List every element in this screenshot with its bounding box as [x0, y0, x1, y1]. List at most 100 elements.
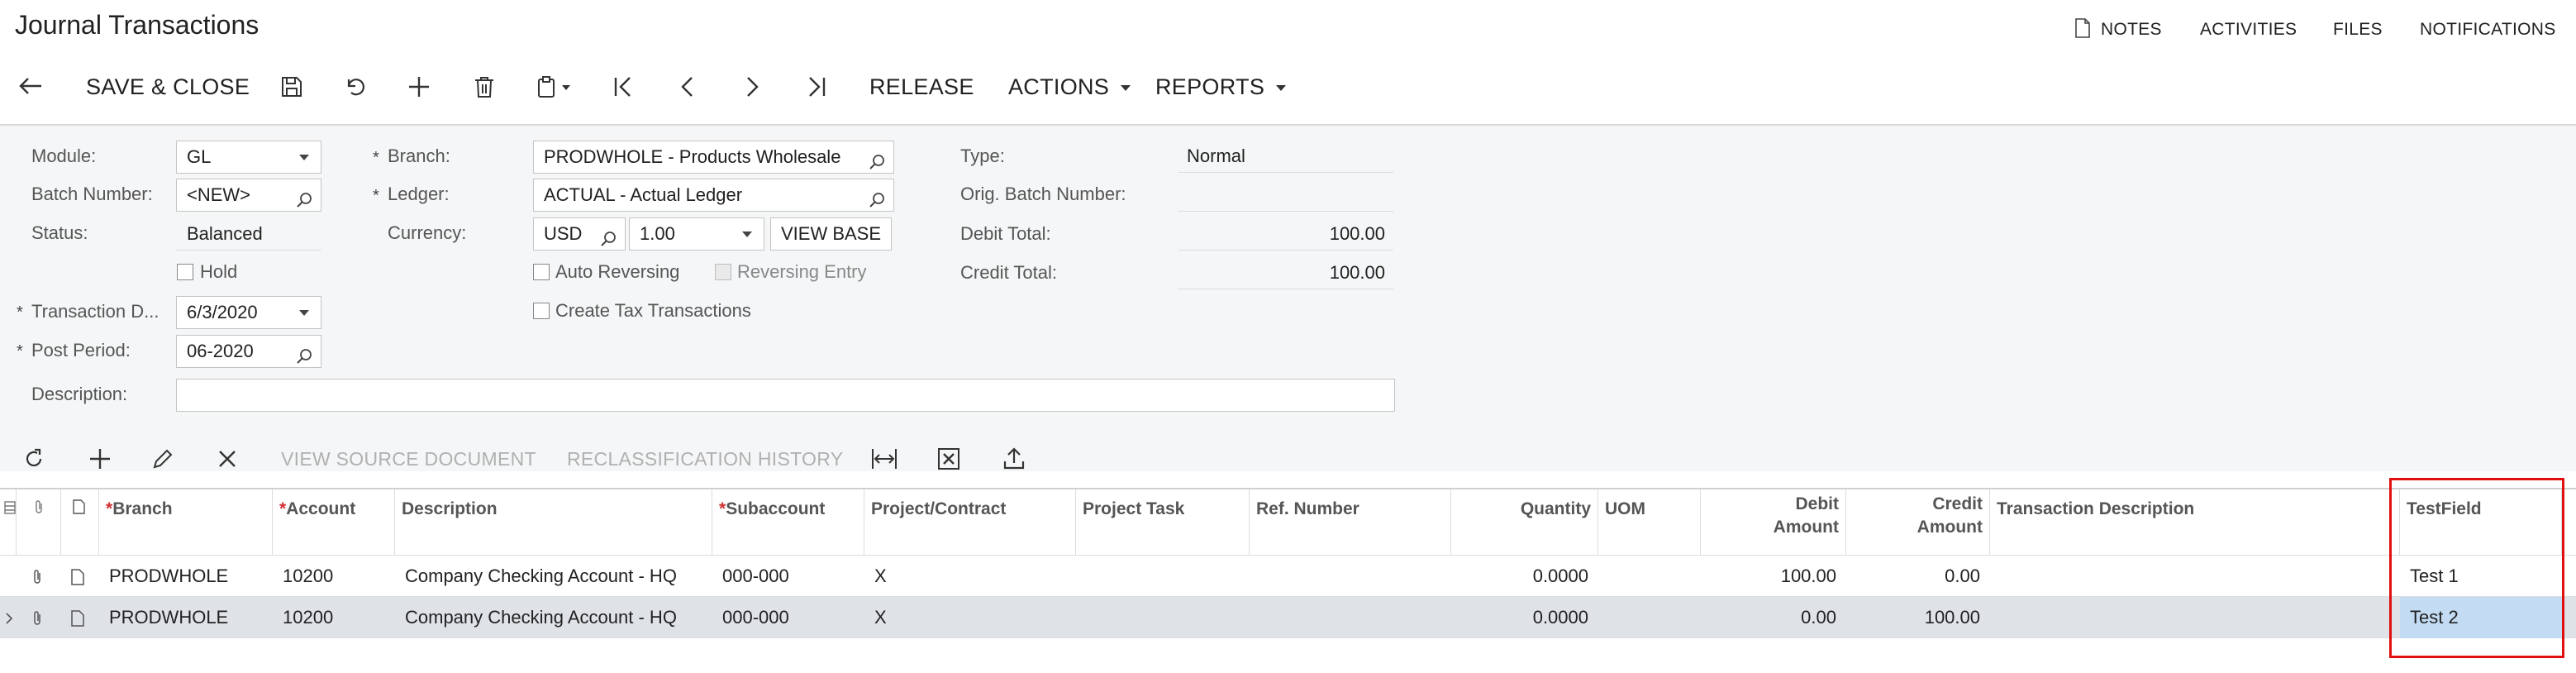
project-task-column-header[interactable]: Project Task — [1076, 489, 1250, 556]
paperclip-icon[interactable] — [31, 556, 56, 597]
uom-column-header[interactable]: UOM — [1598, 489, 1701, 556]
debit-amount-column-header[interactable]: Debit Amount — [1701, 489, 1846, 556]
quantity-column-header[interactable]: Quantity — [1451, 489, 1598, 556]
description-column-header[interactable]: Description — [395, 489, 712, 556]
project-task-cell[interactable] — [1076, 597, 1250, 638]
paperclip-icon[interactable] — [31, 597, 56, 638]
row-chevron-right-icon[interactable] — [5, 597, 21, 638]
type-label: Type: — [960, 146, 1005, 166]
credit-amount-cell[interactable]: 100.00 — [1846, 597, 1990, 638]
ledger-field[interactable]: ACTUAL - Actual Ledger — [533, 179, 894, 212]
last-record-icon[interactable] — [807, 76, 826, 98]
auto-reversing-checkbox[interactable] — [533, 264, 550, 280]
excel-export-icon[interactable] — [937, 448, 960, 470]
debit-total-value: 100.00 — [1329, 223, 1385, 244]
view-source-document-button: VIEW SOURCE DOCUMENT — [281, 448, 536, 470]
save-icon[interactable] — [281, 76, 302, 98]
description-cell[interactable]: Company Checking Account - HQ — [395, 556, 712, 597]
document-header-form — [0, 124, 2576, 471]
debit-amount-cell[interactable]: 100.00 — [1701, 556, 1846, 597]
first-record-icon[interactable] — [613, 76, 633, 98]
project-cell[interactable]: X — [864, 597, 1076, 638]
search-icon[interactable] — [600, 226, 617, 250]
note-icon[interactable] — [71, 597, 96, 638]
debit-amount-cell[interactable]: 0.00 — [1701, 597, 1846, 638]
undo-icon[interactable] — [344, 76, 367, 98]
quantity-cell[interactable]: 0.0000 — [1451, 597, 1598, 638]
account-cell[interactable]: 10200 — [273, 556, 395, 597]
currency-rate-select[interactable]: 1.00 — [629, 217, 764, 251]
branch-column-header[interactable]: *Branch — [99, 489, 273, 556]
search-icon[interactable] — [296, 343, 312, 367]
delete-icon[interactable] — [474, 76, 494, 98]
edit-pencil-icon[interactable] — [152, 448, 174, 470]
chevron-down-icon — [299, 310, 309, 316]
post-period-field[interactable]: 06-2020 — [176, 335, 321, 368]
subaccount-cell[interactable]: 000-000 — [712, 597, 864, 638]
project-contract-column-header[interactable]: Project/Contract — [864, 489, 1076, 556]
refresh-icon[interactable] — [23, 448, 45, 470]
page-title: Journal Transactions — [15, 10, 260, 40]
back-arrow-icon[interactable] — [18, 76, 43, 96]
project-cell[interactable]: X — [864, 556, 1076, 597]
subaccount-column-header[interactable]: *Subaccount — [712, 489, 864, 556]
debit-total-underline — [1178, 250, 1393, 251]
transaction-date-field[interactable]: 6/3/2020 — [176, 296, 321, 329]
notes-column-header[interactable] — [61, 489, 99, 556]
project-task-cell[interactable] — [1076, 556, 1250, 597]
release-button[interactable]: RELEASE — [869, 74, 974, 100]
search-icon[interactable] — [869, 149, 885, 173]
view-base-button[interactable]: VIEW BASE — [770, 217, 893, 251]
branch-header-label: Branch — [112, 499, 173, 518]
delete-row-icon[interactable] — [218, 450, 236, 468]
row-selector-header[interactable] — [0, 489, 17, 556]
notifications-link[interactable]: NOTIFICATIONS — [2420, 20, 2556, 40]
quantity-cell[interactable]: 0.0000 — [1451, 556, 1598, 597]
notes-icon[interactable] — [2074, 18, 2091, 42]
batch-number-field[interactable]: <NEW> — [176, 179, 321, 212]
credit-total-label: Credit Total: — [960, 262, 1057, 283]
account-cell[interactable]: 10200 — [273, 597, 395, 638]
ref-number-cell[interactable] — [1250, 597, 1451, 638]
transaction-description-cell[interactable] — [1990, 597, 2400, 638]
description-input[interactable] — [176, 379, 1395, 412]
notes-link[interactable]: NOTES — [2101, 20, 2162, 40]
add-row-icon[interactable] — [89, 448, 111, 470]
uom-cell[interactable] — [1598, 556, 1701, 597]
branch-cell[interactable]: PRODWHOLE — [99, 556, 273, 597]
clipboard-icon[interactable] — [537, 76, 574, 98]
actions-menu[interactable]: ACTIONS — [1008, 74, 1131, 100]
reports-menu[interactable]: REPORTS — [1155, 74, 1287, 100]
search-icon[interactable] — [296, 187, 312, 211]
reports-label: REPORTS — [1155, 74, 1265, 99]
credit-amount-cell[interactable]: 0.00 — [1846, 556, 1990, 597]
subaccount-cell[interactable]: 000-000 — [712, 556, 864, 597]
ref-number-column-header[interactable]: Ref. Number — [1250, 489, 1451, 556]
next-record-icon[interactable] — [744, 76, 760, 98]
credit-amount-column-header[interactable]: Credit Amount — [1846, 489, 1990, 556]
activities-link[interactable]: ACTIVITIES — [2200, 20, 2297, 40]
ref-number-cell[interactable] — [1250, 556, 1451, 597]
fit-columns-icon[interactable] — [871, 448, 898, 470]
table-row[interactable]: PRODWHOLE 10200 Company Checking Account… — [0, 597, 2576, 638]
attachment-column-header[interactable] — [17, 489, 61, 556]
branch-cell[interactable]: PRODWHOLE — [99, 597, 273, 638]
table-row[interactable]: PRODWHOLE 10200 Company Checking Account… — [0, 556, 2576, 597]
transaction-description-cell[interactable] — [1990, 556, 2400, 597]
previous-record-icon[interactable] — [679, 76, 696, 98]
module-select[interactable]: GL — [176, 141, 321, 174]
save-close-button[interactable]: SAVE & CLOSE — [86, 74, 250, 100]
upload-icon[interactable] — [1003, 446, 1025, 470]
uom-cell[interactable] — [1598, 597, 1701, 638]
note-icon[interactable] — [71, 556, 96, 597]
hold-checkbox[interactable] — [177, 264, 193, 280]
account-column-header[interactable]: *Account — [273, 489, 395, 556]
transaction-description-column-header[interactable]: Transaction Description — [1990, 489, 2400, 556]
search-icon[interactable] — [869, 187, 885, 211]
create-tax-checkbox[interactable] — [533, 303, 550, 319]
add-icon[interactable] — [408, 76, 430, 98]
currency-field[interactable]: USD — [533, 217, 626, 251]
branch-field[interactable]: PRODWHOLE - Products Wholesale — [533, 141, 894, 174]
description-cell[interactable]: Company Checking Account - HQ — [395, 597, 712, 638]
files-link[interactable]: FILES — [2333, 20, 2383, 40]
